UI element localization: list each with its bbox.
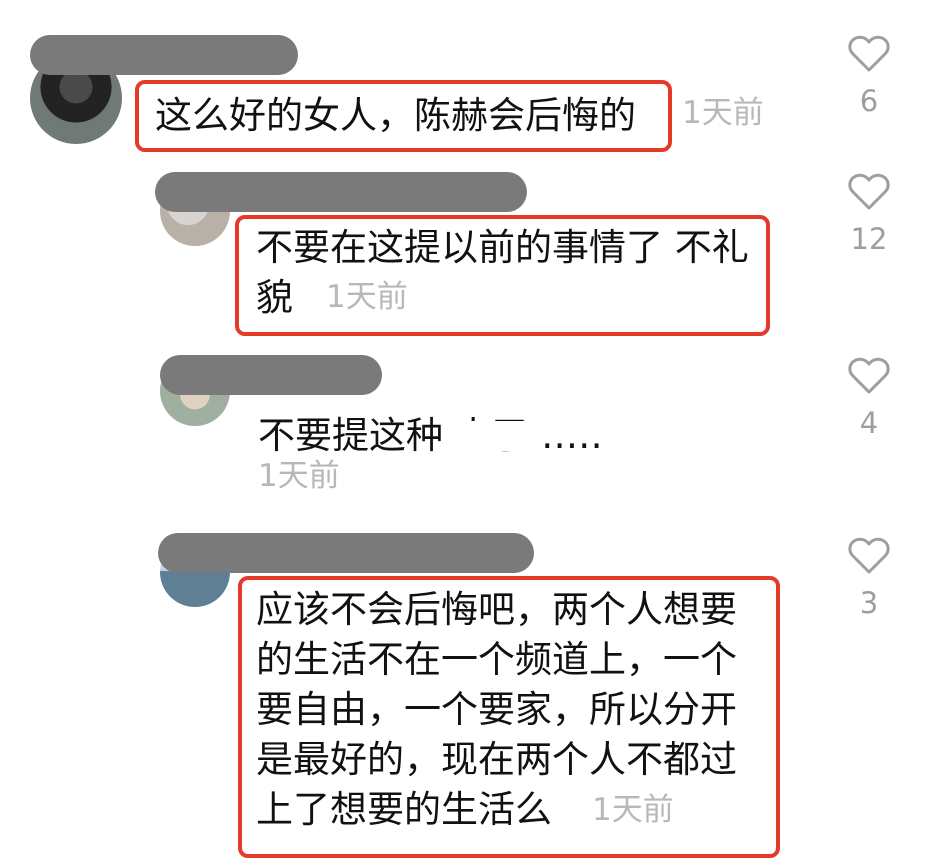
comment-text-line-3: 要自由，一个要家，所以分开 — [256, 688, 737, 731]
blurred-username — [30, 35, 298, 75]
heart-outline-icon — [846, 34, 892, 74]
comment-text-line-1: 不要在这提以前的事情了 不礼 — [256, 226, 749, 269]
comment-text-line-4: 是最好的，现在两个人不都过 — [256, 738, 737, 781]
like-count: 3 — [859, 586, 879, 620]
heart-outline-icon — [846, 172, 892, 212]
comment-time: 1天前 — [326, 279, 408, 315]
like-button[interactable]: 12 — [846, 172, 892, 256]
heart-outline-icon — [846, 536, 892, 576]
comment-time: 1天前 — [682, 95, 764, 131]
blurred-username — [155, 172, 527, 212]
comment-text: 这么好的女人，陈赫会后悔的 — [155, 94, 636, 137]
like-button[interactable]: 6 — [846, 34, 892, 118]
censor-smudge — [446, 421, 541, 451]
blurred-username — [160, 355, 382, 395]
blurred-username — [158, 533, 534, 573]
like-count: 4 — [859, 406, 879, 440]
comment-text-line-5: 上了想要的生活么 — [256, 788, 552, 831]
like-button[interactable]: 4 — [846, 356, 892, 440]
comment-text: 不要提这种 人了…… — [258, 414, 603, 457]
like-button[interactable]: 3 — [846, 536, 892, 620]
like-count: 12 — [850, 222, 888, 256]
heart-outline-icon — [846, 356, 892, 396]
comment-time: 1天前 — [258, 458, 340, 494]
comment-text-line-2: 貌 — [256, 276, 293, 319]
comment-text-line-1: 应该不会后悔吧，两个人想要 — [256, 588, 737, 631]
comment-time: 1天前 — [592, 792, 674, 828]
like-count: 6 — [859, 84, 879, 118]
comment-text-line-2: 的生活不在一个频道上，一个 — [256, 638, 737, 681]
